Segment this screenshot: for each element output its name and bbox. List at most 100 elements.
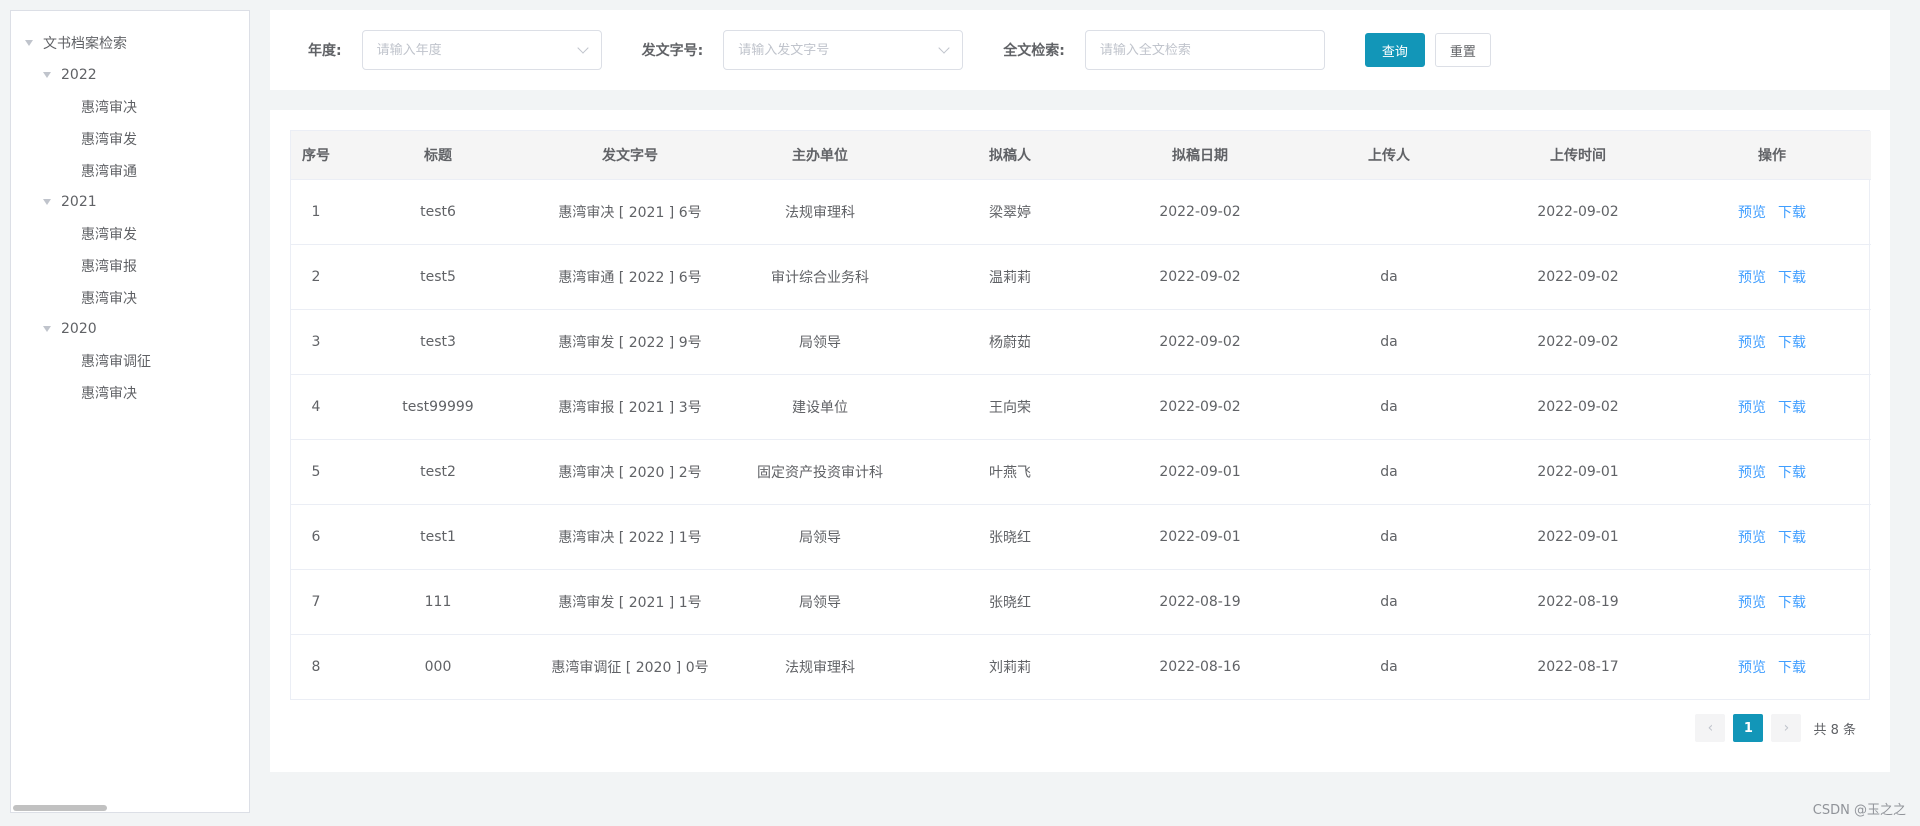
cell-index: 6 (291, 504, 341, 570)
query-button[interactable]: 查询 (1364, 33, 1425, 67)
download-link[interactable]: 下载 (1778, 530, 1806, 546)
cell-drafter: 张晓红 (915, 504, 1105, 570)
cell-index: 2 (291, 244, 341, 310)
preview-link[interactable]: 预览 (1738, 335, 1766, 351)
cell-department: 固定资产投资审计科 (725, 439, 915, 505)
cell-docno: 惠湾审通 [ 2022 ] 6号 (535, 244, 725, 310)
tree-leaf-node[interactable]: 惠湾审发 (11, 123, 249, 155)
cell-upload-time: 2022-09-01 (1483, 439, 1673, 505)
header-uploader: 上传人 (1295, 131, 1483, 180)
cell-drafter: 梁翠婷 (915, 179, 1105, 245)
year-select[interactable] (361, 30, 602, 70)
download-link[interactable]: 下载 (1778, 660, 1806, 676)
tree-year-node[interactable]: 2021 (11, 186, 249, 218)
cell-index: 7 (291, 569, 341, 635)
download-link[interactable]: 下载 (1778, 270, 1806, 286)
fulltext-field[interactable] (1084, 30, 1325, 70)
preview-link[interactable]: 预览 (1738, 270, 1766, 286)
tree-year-group: 2022 惠湾审决惠湾审发惠湾审通 (11, 59, 249, 187)
chevron-down-icon (938, 42, 950, 54)
preview-link[interactable]: 预览 (1738, 400, 1766, 416)
cell-department: 法规审理科 (725, 179, 915, 245)
tree-leaf-label: 惠湾审决 (81, 291, 137, 307)
cell-title: 111 (341, 569, 535, 635)
cell-upload-time: 2022-08-17 (1537, 658, 1619, 675)
preview-link[interactable]: 预览 (1738, 530, 1766, 546)
cell-title: 000 (424, 658, 452, 675)
table-row: 1 test6 惠湾审决 [ 2021 ] 6号 法规审理科 梁翠婷 2022-09-02… (291, 179, 1871, 245)
tree-leaf-node[interactable]: 惠湾审决 (11, 282, 249, 314)
cell-upload-time: 2022-09-02 (1483, 374, 1673, 440)
cell-upload-time: 2022-08-19 (1483, 569, 1673, 635)
total-count: 共 8 条 (1813, 722, 1856, 738)
tree-year-group: 2020 惠湾审调征惠湾审决 (11, 313, 249, 409)
tree-year-node[interactable]: 2020 (11, 313, 249, 345)
cell-actions: 预览 下载 (1673, 634, 1871, 699)
cell-actions: 预览 下载 (1673, 504, 1871, 570)
tree-leaf-node[interactable]: 惠湾审决 (11, 91, 249, 123)
results-table: 序号 标题 发文字号 主办单位 拟稿人 拟稿日期 上传人 上传时间 操作 1 te… (291, 131, 1871, 699)
tree-leaf-node[interactable]: 惠湾审通 (11, 155, 249, 187)
download-link[interactable]: 下载 (1778, 205, 1806, 221)
preview-link[interactable]: 预览 (1738, 205, 1766, 221)
reset-button[interactable]: 重置 (1434, 33, 1491, 67)
tree-leaf-label: 惠湾审发 (81, 227, 137, 243)
chevron-down-icon (576, 42, 589, 54)
cell-title: test5 (341, 244, 535, 310)
cell-title: test1 (341, 504, 535, 570)
cell-uploader: da (1295, 569, 1483, 635)
header-docno: 发文字号 (535, 131, 725, 180)
download-link[interactable]: 下载 (1778, 335, 1806, 351)
preview-link[interactable]: 预览 (1738, 660, 1766, 676)
tree-year-label: 2021 (61, 194, 97, 210)
fulltext-input[interactable] (1099, 42, 1310, 58)
tree-root-node[interactable]: 文书档案检索 (11, 27, 249, 59)
tree-groups: 2022 惠湾审决 惠湾审发 惠湾审通 2021 惠湾审发 惠湾审报 惠湾审决 2020 惠湾审调… (11, 59, 249, 409)
table-row: 6 test1 惠湾审决 [ 2022 ] 1号 局领导 张晓红 2022-09-01 da… (291, 504, 1871, 570)
cell-draft-date: 2022-09-02 (1105, 374, 1295, 440)
caret-down-icon[interactable] (43, 199, 51, 205)
cell-index: 4 (291, 374, 341, 440)
docno-label: 发文字号: (641, 43, 704, 59)
tree-leaf-label: 惠湾审发 (81, 132, 137, 148)
tree-leaf-node[interactable]: 惠湾审决 (11, 377, 249, 409)
header-upload-time: 上传时间 (1483, 131, 1673, 180)
cell-drafter: 王向荣 (915, 374, 1105, 440)
preview-link[interactable]: 预览 (1738, 465, 1766, 481)
cell-actions: 预览 下载 (1673, 244, 1871, 310)
cell-uploader: da (1295, 504, 1483, 570)
cell-department: 建设单位 (725, 374, 915, 440)
horizontal-scrollbar[interactable] (13, 805, 107, 811)
tree-leaf-label: 惠湾审决 (81, 386, 137, 402)
next-page-button[interactable]: › (1771, 714, 1802, 742)
caret-down-icon[interactable] (43, 326, 51, 332)
cell-drafter: 张晓红 (915, 569, 1105, 635)
caret-down-icon[interactable] (43, 72, 51, 78)
prev-page-button[interactable]: ‹ (1695, 714, 1726, 742)
download-link[interactable]: 下载 (1778, 465, 1806, 481)
results-panel: 序号 标题 发文字号 主办单位 拟稿人 拟稿日期 上传人 上传时间 操作 1 te… (270, 110, 1890, 772)
docno-input[interactable] (738, 42, 941, 58)
download-link[interactable]: 下载 (1778, 400, 1806, 416)
tree-leaf-node[interactable]: 惠湾审发 (11, 218, 249, 250)
preview-link[interactable]: 预览 (1738, 595, 1766, 611)
year-input[interactable] (376, 42, 579, 58)
cell-actions: 预览 下载 (1673, 374, 1871, 440)
cell-uploader: da (1295, 244, 1483, 310)
table-row: 7 111 惠湾审发 [ 2021 ] 1号 局领导 张晓红 2022-08-19 da 20… (291, 569, 1871, 635)
cell-drafter: 刘莉莉 (989, 659, 1031, 676)
caret-down-icon[interactable] (25, 40, 33, 46)
cell-department: 局领导 (725, 569, 915, 635)
download-link[interactable]: 下载 (1778, 595, 1806, 611)
cell-draft-date: 2022-09-01 (1105, 439, 1295, 505)
tree-leaf-node[interactable]: 惠湾审调征 (11, 345, 249, 377)
docno-select[interactable] (723, 30, 964, 70)
cell-department: 局领导 (725, 504, 915, 570)
page-number-current[interactable]: 1 (1733, 714, 1764, 742)
search-form: 年度: 发文字号: 全文检索: 查询 重置 (270, 10, 1890, 90)
cell-uploader: da (1295, 309, 1483, 375)
cell-draft-date: 2022-08-19 (1105, 569, 1295, 635)
tree-leaf-node[interactable]: 惠湾审报 (11, 250, 249, 282)
cell-draft-date: 2022-09-01 (1105, 504, 1295, 570)
tree-year-node[interactable]: 2022 (11, 59, 249, 91)
